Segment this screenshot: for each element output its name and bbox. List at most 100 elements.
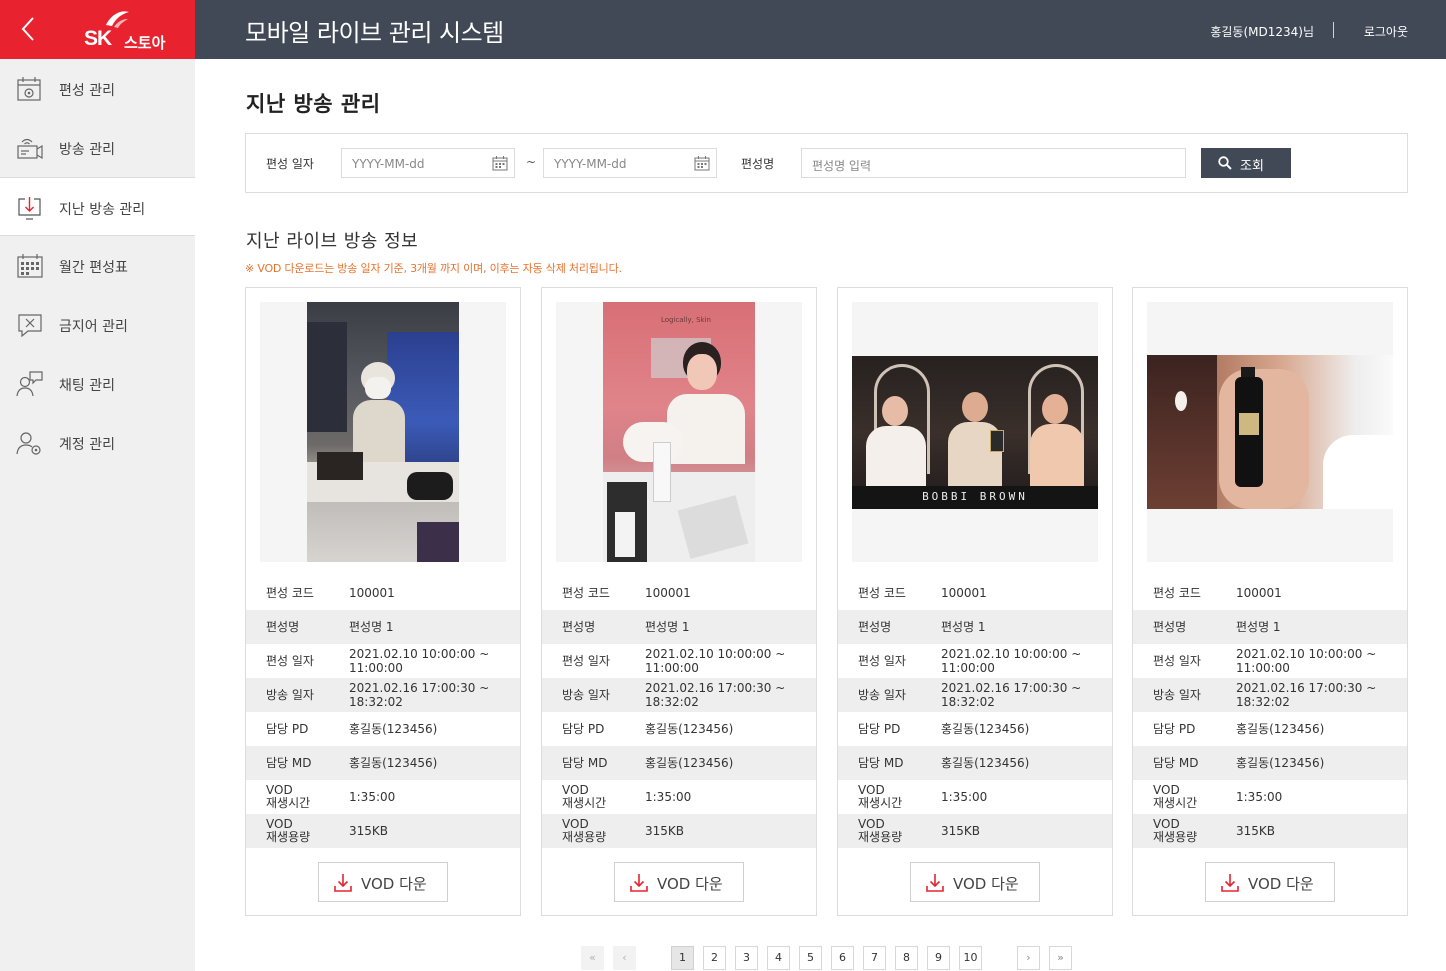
sidebar-item-past-broadcast[interactable]: 지난 방송 관리 xyxy=(0,177,195,236)
field-value: 2021.02.16 17:00:30 ~ xyxy=(349,681,490,695)
prev-page-button[interactable]: ‹ xyxy=(613,946,636,970)
field-value: 편성명 1 xyxy=(349,620,394,634)
field-value: 홍길동(123456) xyxy=(1236,722,1325,736)
sidebar-item-label: 방송 관리 xyxy=(59,142,115,158)
card-row-schedule-date: 편성 일자 2021.02.10 10:00:00 ~11:00:00 xyxy=(1133,644,1407,678)
schedule-name-input[interactable]: 편성명 입력 xyxy=(801,148,1186,178)
page-button-4[interactable]: 4 xyxy=(767,946,790,970)
calendar-grid-icon xyxy=(16,252,44,280)
field-label: 편성 일자 xyxy=(858,654,906,668)
field-label: 편성명 xyxy=(562,620,596,634)
video-thumbnail[interactable] xyxy=(260,302,506,562)
field-label: 편성명 xyxy=(858,620,892,634)
field-value: 1:35:00 xyxy=(645,790,692,804)
date-range-tilde: ~ xyxy=(526,155,537,169)
sidebar-item-monthly[interactable]: 월간 편성표 xyxy=(0,236,195,295)
date-to-input[interactable]: YYYY-MM-dd xyxy=(543,148,717,178)
field-label: 방송 일자 xyxy=(858,688,906,702)
card-row-broadcast-date: 방송 일자 2021.02.16 17:00:30 ~18:32:02 xyxy=(542,678,816,712)
vod-download-label: VOD 다운 xyxy=(953,875,1019,893)
broadcast-card: 편성 코드 100001 편성명 편성명 1 편성 일자 2021.02.10 10:… xyxy=(1132,287,1408,916)
video-thumbnail[interactable]: BOBBI BROWN xyxy=(852,302,1098,562)
field-value: 2021.02.10 10:00:00 ~ xyxy=(941,647,1082,661)
sidebar-item-label: 편성 관리 xyxy=(59,83,115,99)
page-button-6[interactable]: 6 xyxy=(831,946,854,970)
field-value: 홍길동(123456) xyxy=(941,756,1030,770)
thumbnail-photo xyxy=(307,302,459,562)
field-label: 재생용량 xyxy=(858,830,903,844)
vod-download-button[interactable]: VOD 다운 xyxy=(1205,862,1335,902)
page-button-10[interactable]: 10 xyxy=(959,946,982,970)
vod-download-button[interactable]: VOD 다운 xyxy=(318,862,448,902)
card-row-vod-size: VOD 재생용량 315KB xyxy=(1133,814,1407,848)
vod-download-button[interactable]: VOD 다운 xyxy=(614,862,744,902)
last-page-button[interactable]: » xyxy=(1049,946,1072,970)
card-row-schedule-date: 편성 일자 2021.02.10 10:00:00 ~11:00:00 xyxy=(542,644,816,678)
search-panel: 편성 일자 YYYY-MM-dd ~ YYYY-MM-dd 편성명 편성명 입력… xyxy=(245,133,1408,193)
date-from-input[interactable]: YYYY-MM-dd xyxy=(341,148,515,178)
calendar-icon[interactable] xyxy=(694,155,710,171)
field-label: 편성 일자 xyxy=(562,654,610,668)
field-value: 315KB xyxy=(645,824,685,838)
card-row-vod-size: VOD 재생용량 315KB xyxy=(542,814,816,848)
search-button[interactable]: 조회 xyxy=(1201,148,1291,178)
vod-download-label: VOD 다운 xyxy=(361,875,427,893)
first-page-button[interactable]: « xyxy=(581,946,604,970)
field-value: 100001 xyxy=(645,586,691,600)
field-value: 2021.02.10 10:00:00 ~ xyxy=(645,647,786,661)
field-value: 315KB xyxy=(349,824,389,838)
sidebar-item-chat[interactable]: 채팅 관리 xyxy=(0,354,195,413)
next-page-button[interactable]: › xyxy=(1017,946,1040,970)
field-value: 편성명 1 xyxy=(941,620,986,634)
sidebar-item-label: 계정 관리 xyxy=(59,437,115,453)
top-header-bar: 모바일 라이브 관리 시스템 홍길동(MD1234)님 로그아웃 xyxy=(195,0,1446,59)
calendar-icon[interactable] xyxy=(492,155,508,171)
name-label: 편성명 xyxy=(741,157,775,171)
page-button-5[interactable]: 5 xyxy=(799,946,822,970)
field-value: 홍길동(123456) xyxy=(349,756,438,770)
sk-stoa-logo[interactable]: SK 스토아 xyxy=(84,9,184,53)
sidebar-item-account[interactable]: 계정 관리 xyxy=(0,413,195,472)
field-value: 편성명 1 xyxy=(1236,620,1281,634)
sidebar-item-schedule[interactable]: 편성 관리 xyxy=(0,59,195,118)
card-row-vod-time: VOD 재생시간 1:35:00 xyxy=(1133,780,1407,814)
card-row-pd: 담당 PD 홍길동(123456) xyxy=(542,712,816,746)
vod-download-button[interactable]: VOD 다운 xyxy=(910,862,1040,902)
sidebar-item-broadcast[interactable]: 방송 관리 xyxy=(0,118,195,177)
field-label: 담당 MD xyxy=(1153,756,1199,770)
field-value: 315KB xyxy=(941,824,981,838)
field-label: 담당 PD xyxy=(562,722,605,736)
page-button-2[interactable]: 2 xyxy=(703,946,726,970)
field-label: 재생시간 xyxy=(1153,796,1198,810)
page-button-8[interactable]: 8 xyxy=(895,946,918,970)
thumbnail-photo: Logically, Skin xyxy=(603,302,755,562)
sidebar-item-banned-words[interactable]: 금지어 관리 xyxy=(0,295,195,354)
field-label: 편성명 xyxy=(1153,620,1187,634)
logout-link[interactable]: 로그아웃 xyxy=(1364,23,1408,40)
field-value: 편성명 1 xyxy=(645,620,690,634)
field-label: 편성 일자 xyxy=(266,654,314,668)
video-thumbnail[interactable]: Logically, Skin xyxy=(556,302,802,562)
field-label: 방송 일자 xyxy=(1153,688,1201,702)
back-button[interactable] xyxy=(14,14,42,44)
field-value: 18:32:02 xyxy=(645,695,699,709)
card-row-code: 편성 코드 100001 xyxy=(1133,576,1407,610)
date-from-placeholder: YYYY-MM-dd xyxy=(352,157,425,171)
card-row-broadcast-date: 방송 일자 2021.02.16 17:00:30 ~18:32:02 xyxy=(1133,678,1407,712)
card-row-schedule-date: 편성 일자 2021.02.10 10:00:00 ~11:00:00 xyxy=(838,644,1112,678)
date-label: 편성 일자 xyxy=(266,157,314,171)
card-row-vod-size: VOD 재생용량 315KB xyxy=(246,814,520,848)
page-button-3[interactable]: 3 xyxy=(735,946,758,970)
page-button-1[interactable]: 1 xyxy=(671,946,694,970)
field-value: 18:32:02 xyxy=(941,695,995,709)
field-label: 재생용량 xyxy=(562,830,607,844)
field-value: 홍길동(123456) xyxy=(645,756,734,770)
page-button-7[interactable]: 7 xyxy=(863,946,886,970)
system-title: 모바일 라이브 관리 시스템 xyxy=(245,19,504,47)
sidebar-item-label: 금지어 관리 xyxy=(59,319,128,335)
sidebar-item-label: 지난 방송 관리 xyxy=(59,202,146,218)
field-value: 2021.02.16 17:00:30 ~ xyxy=(645,681,786,695)
page-button-9[interactable]: 9 xyxy=(927,946,950,970)
brand-logo-area: SK 스토아 xyxy=(0,0,195,59)
video-thumbnail[interactable] xyxy=(1147,302,1393,562)
